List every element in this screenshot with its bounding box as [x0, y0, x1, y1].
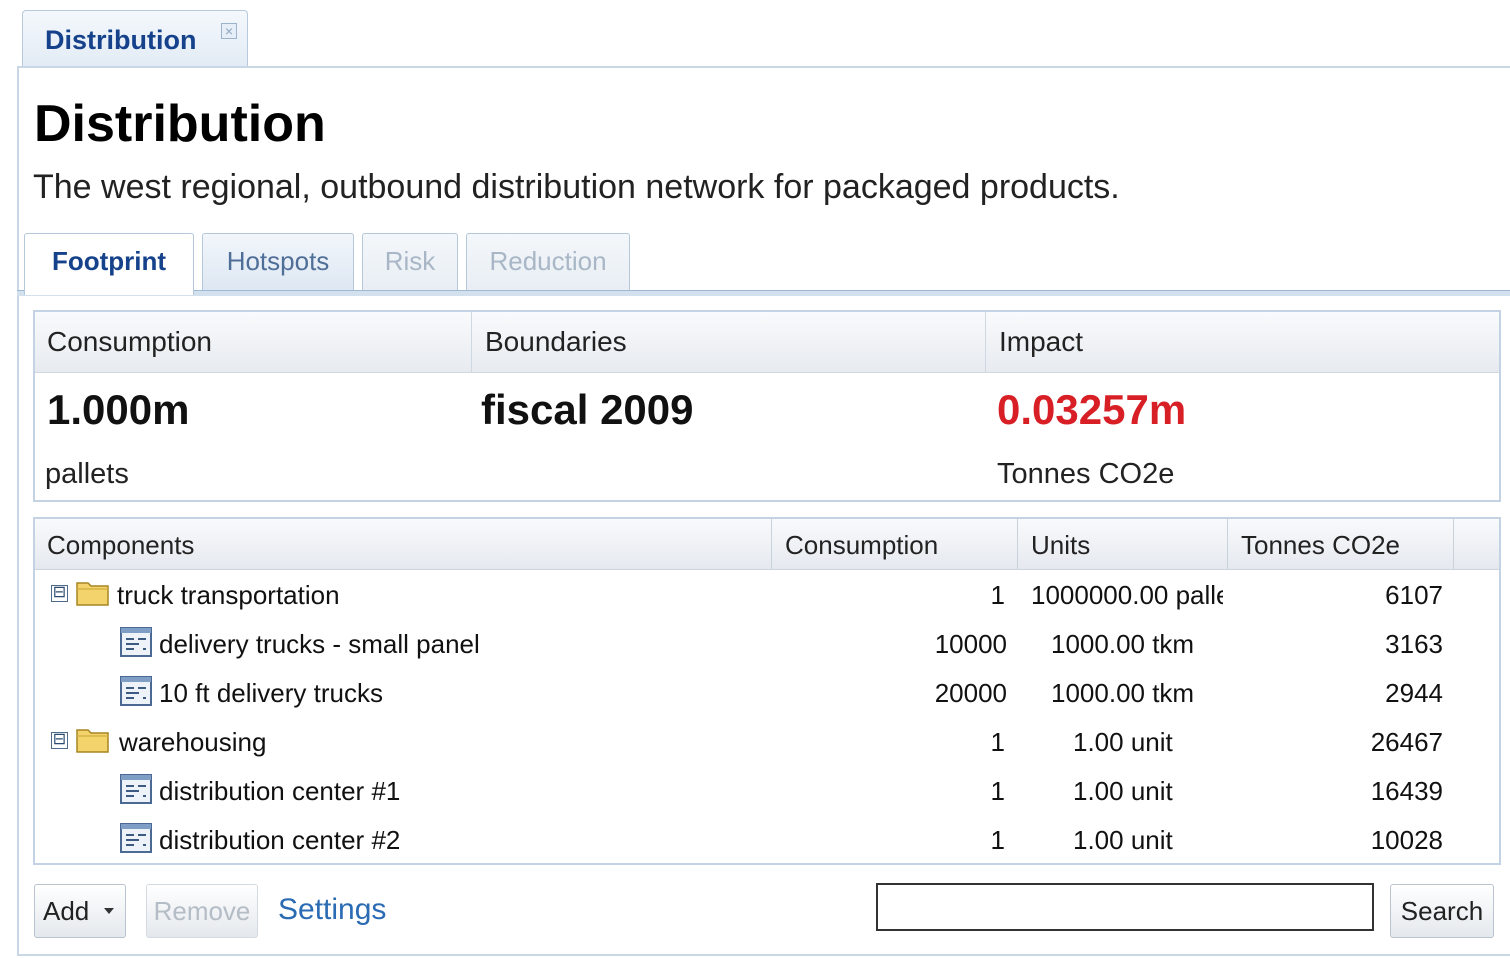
- add-button-label: Add: [43, 896, 90, 926]
- tonnes-cell: 6107: [1385, 580, 1443, 610]
- folder-icon: [76, 582, 109, 606]
- units-cell: 1.00 unit: [1073, 727, 1173, 757]
- column-divider[interactable]: [1017, 519, 1018, 569]
- component-icon: [120, 823, 152, 853]
- column-header-units[interactable]: Units: [1031, 530, 1090, 561]
- column-divider: [471, 312, 472, 372]
- collapse-toggle-icon[interactable]: ⊟: [51, 585, 68, 602]
- dropdown-arrow-icon: [104, 908, 114, 914]
- folder-icon: [76, 729, 109, 753]
- component-icon: [120, 774, 152, 804]
- search-input[interactable]: [876, 883, 1374, 931]
- component-name: 10 ft delivery trucks: [159, 678, 383, 708]
- column-divider: [985, 312, 986, 372]
- column-header-tonnes[interactable]: Tonnes CO2e: [1241, 530, 1400, 561]
- column-divider[interactable]: [1227, 519, 1228, 569]
- tonnes-cell: 10028: [1370, 825, 1443, 855]
- consumption-cell: 1: [990, 580, 1005, 610]
- summary-header-consumption: Consumption: [47, 326, 212, 357]
- tonnes-cell: 26467: [1370, 727, 1443, 757]
- consumption-cell: 1: [990, 727, 1005, 757]
- collapse-toggle-icon[interactable]: ⊟: [51, 732, 68, 749]
- tonnes-cell: 3163: [1385, 629, 1443, 659]
- component-name: warehousing: [119, 727, 267, 757]
- table-row[interactable]: 10 ft delivery trucks 20000 1000.00 tkm …: [35, 668, 1499, 717]
- boundaries-value: fiscal 2009: [481, 386, 694, 433]
- units-cell: 1.00 unit: [1073, 776, 1173, 806]
- consumption-value: 1.000m: [47, 386, 190, 433]
- summary-header: Consumption Boundaries Impact: [35, 312, 1499, 373]
- tonnes-cell: 16439: [1370, 776, 1443, 806]
- units-cell: 1000000.00 palle: [1031, 580, 1223, 610]
- grid-header: Components Consumption Units Tonnes CO2e: [35, 519, 1499, 570]
- settings-link[interactable]: Settings: [278, 893, 386, 927]
- consumption-cell: 1: [990, 825, 1005, 855]
- column-divider[interactable]: [771, 519, 772, 569]
- search-button[interactable]: Search: [1390, 884, 1494, 938]
- page-description: The west regional, outbound distribution…: [33, 168, 1120, 206]
- close-icon[interactable]: ×: [221, 23, 237, 39]
- document-tab-distribution[interactable]: Distribution ×: [22, 10, 248, 67]
- units-cell: 1.00 unit: [1073, 825, 1173, 855]
- component-name: distribution center #2: [159, 825, 401, 855]
- component-name: distribution center #1: [159, 776, 401, 806]
- tab-risk[interactable]: Risk: [362, 233, 458, 291]
- consumption-cell: 10000: [934, 629, 1007, 659]
- impact-unit: Tonnes CO2e: [997, 458, 1175, 490]
- tonnes-cell: 2944: [1385, 678, 1443, 708]
- tab-footprint[interactable]: Footprint: [24, 233, 194, 295]
- column-header-components[interactable]: Components: [47, 530, 194, 561]
- page-title: Distribution: [34, 95, 326, 153]
- component-icon: [120, 676, 152, 706]
- component-name: delivery trucks - small panel: [159, 629, 480, 659]
- column-header-consumption[interactable]: Consumption: [785, 530, 938, 561]
- component-name: truck transportation: [117, 580, 340, 610]
- tab-hotspots[interactable]: Hotspots: [202, 233, 354, 291]
- table-row[interactable]: ⊟ truck transportation 1 1000000.00 pall…: [35, 570, 1499, 619]
- tab-reduction[interactable]: Reduction: [466, 233, 630, 291]
- column-divider[interactable]: [1453, 519, 1454, 569]
- component-icon: [120, 627, 152, 657]
- summary-header-boundaries: Boundaries: [485, 326, 627, 357]
- units-cell: 1000.00 tkm: [1051, 678, 1195, 708]
- table-row[interactable]: distribution center #1 1 1.00 unit 16439: [35, 766, 1499, 815]
- tab-strip-divider: [17, 290, 1510, 296]
- consumption-cell: 1: [990, 776, 1005, 806]
- table-row[interactable]: distribution center #2 1 1.00 unit 10028: [35, 815, 1499, 863]
- consumption-cell: 20000: [934, 678, 1007, 708]
- add-button[interactable]: Add: [34, 884, 126, 938]
- summary-header-impact: Impact: [999, 326, 1084, 357]
- document-tab-label: Distribution: [45, 25, 197, 55]
- remove-button[interactable]: Remove: [146, 884, 258, 938]
- impact-value: 0.03257m: [997, 386, 1187, 433]
- units-cell: 1000.00 tkm: [1051, 629, 1195, 659]
- components-grid: Components Consumption Units Tonnes CO2e…: [33, 517, 1501, 865]
- summary-panel: Consumption Boundaries Impact 1.000m fis…: [33, 310, 1501, 502]
- consumption-unit: pallets: [45, 458, 129, 490]
- table-row[interactable]: delivery trucks - small panel 10000 1000…: [35, 619, 1499, 668]
- table-row[interactable]: ⊟ warehousing 1 1.00 unit 26467: [35, 717, 1499, 766]
